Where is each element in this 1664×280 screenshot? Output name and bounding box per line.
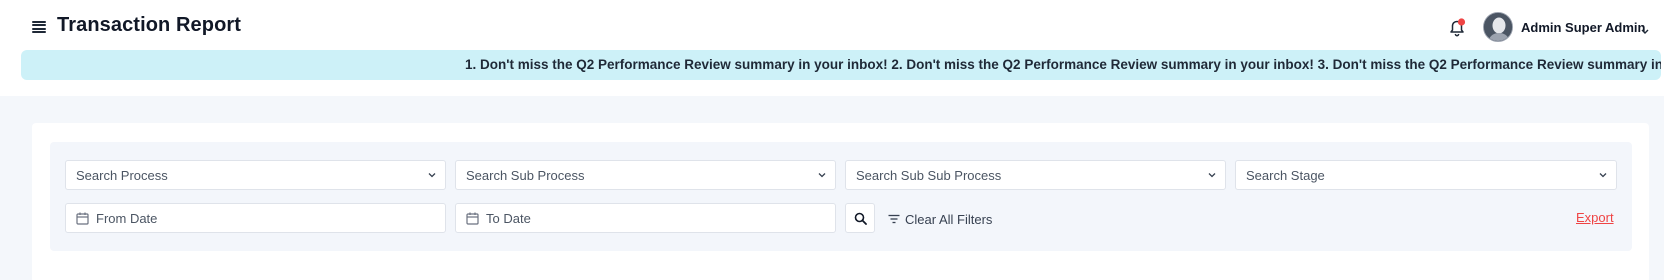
sub-sub-process-select[interactable]: Search Sub Sub Process — [845, 160, 1226, 190]
calendar-icon — [466, 212, 479, 225]
calendar-icon — [76, 212, 89, 225]
search-icon — [854, 212, 867, 225]
sub-sub-process-select-placeholder: Search Sub Sub Process — [856, 168, 1002, 183]
to-date-field[interactable]: To Date — [455, 203, 836, 233]
sub-process-select-placeholder: Search Sub Process — [466, 168, 585, 183]
sub-process-select[interactable]: Search Sub Process — [455, 160, 836, 190]
to-date-placeholder: To Date — [486, 211, 531, 226]
chevron-down-icon — [1208, 173, 1216, 178]
chevron-down-icon — [1599, 173, 1607, 178]
chevron-down-icon — [428, 173, 436, 178]
filter-icon — [888, 214, 900, 224]
user-avatar-icon[interactable] — [1483, 12, 1513, 42]
chevron-down-icon — [818, 173, 826, 178]
hamburger-menu-icon[interactable] — [32, 20, 46, 34]
export-link[interactable]: Export — [1576, 210, 1614, 225]
stage-select[interactable]: Search Stage — [1235, 160, 1617, 190]
page-title: Transaction Report — [57, 14, 242, 36]
search-button[interactable] — [845, 203, 875, 233]
clear-all-filters-button[interactable]: Clear All Filters — [888, 210, 992, 228]
process-select[interactable]: Search Process — [65, 160, 446, 190]
from-date-placeholder: From Date — [96, 211, 158, 226]
stage-select-placeholder: Search Stage — [1246, 168, 1325, 183]
bell-icon[interactable] — [1446, 17, 1468, 39]
announcement-banner: 1. Don't miss the Q2 Performance Review … — [21, 50, 1661, 80]
announcement-text: 1. Don't miss the Q2 Performance Review … — [465, 57, 1661, 72]
top-bar: Transaction Report Admin Super Admin 1. … — [0, 0, 1664, 96]
process-select-placeholder: Search Process — [76, 168, 168, 183]
chevron-down-icon[interactable] — [1640, 23, 1650, 34]
user-name[interactable]: Admin Super Admin — [1521, 20, 1645, 35]
clear-all-filters-label: Clear All Filters — [905, 211, 993, 227]
from-date-field[interactable]: From Date — [65, 203, 446, 233]
filter-panel — [50, 142, 1632, 251]
